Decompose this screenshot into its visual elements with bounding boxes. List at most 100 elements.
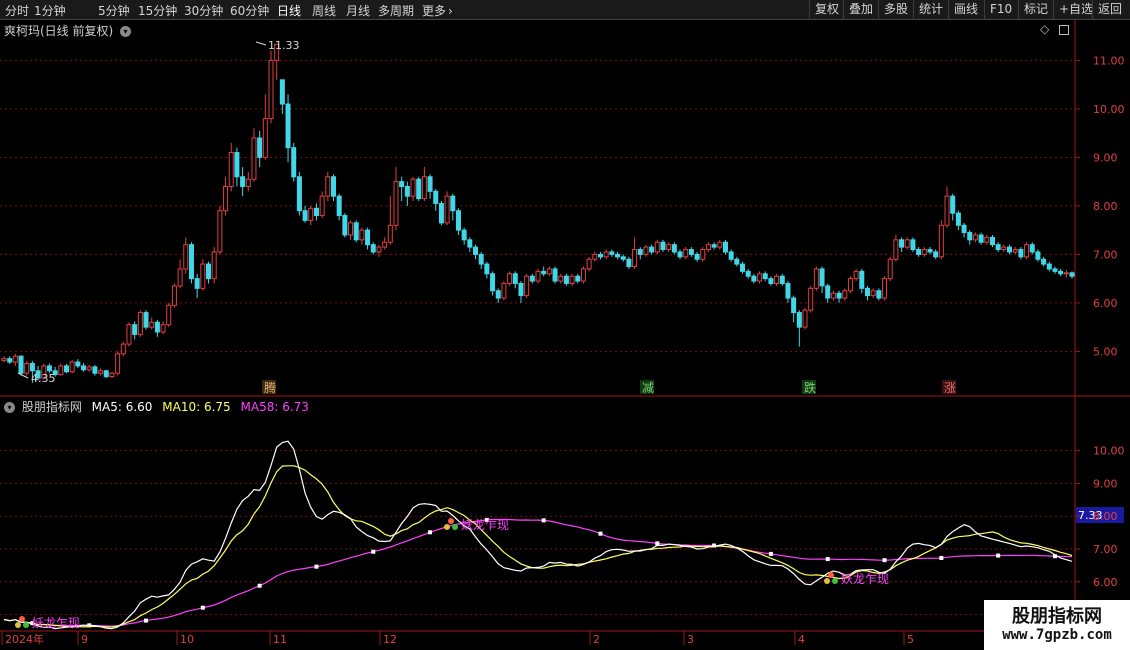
candle-body [995, 244, 1001, 251]
candle-body [779, 275, 785, 284]
candle-body [484, 263, 490, 275]
candle-body [7, 358, 13, 363]
candle-body [473, 246, 479, 255]
candle-body [870, 290, 876, 297]
candle-body [183, 244, 189, 270]
candle-body [524, 275, 530, 297]
ma58-marker [939, 555, 944, 560]
candle-body [893, 239, 899, 260]
candle-body [989, 236, 995, 246]
candle-body [63, 365, 69, 373]
candle-body [791, 297, 797, 314]
stock-chart[interactable]: 11.33 4.35 腾 减 跌 涨 7.33 妖龙乍现 妖龙乍现 妖龙乍现 1… [0, 0, 1130, 650]
candle-body [774, 275, 780, 284]
ma58-marker [655, 541, 660, 546]
candle-body [899, 239, 905, 248]
ma58-marker [257, 583, 262, 588]
candle-body [251, 137, 257, 180]
candle-body [336, 195, 342, 217]
candle-body [245, 178, 251, 187]
signal-text-zhang: 涨 [944, 380, 956, 395]
candle-body [495, 290, 501, 299]
candle-body [353, 222, 359, 241]
date-tick-label: 4 [798, 633, 805, 646]
high-arrow [255, 41, 267, 46]
date-tick-label: 11 [273, 633, 287, 646]
date-tick-label: 5 [907, 633, 914, 646]
high-price-label: 11.33 [268, 39, 300, 52]
candle-body [279, 79, 285, 105]
indicator-tick-label: 10.00 [1093, 445, 1125, 458]
candle-body [262, 118, 268, 158]
candle-body [160, 324, 166, 333]
candle-body [319, 195, 325, 217]
candle-body [592, 253, 598, 260]
candle-body [944, 195, 950, 226]
candle-body [444, 195, 450, 224]
candle-body [98, 370, 104, 374]
candle-body [842, 290, 848, 299]
candle-body [450, 195, 456, 212]
candle-body [603, 251, 609, 258]
candle-body [910, 239, 916, 251]
candle-body [859, 270, 865, 289]
candle-body [507, 273, 513, 284]
candle-body [569, 275, 575, 284]
candle-body [847, 278, 853, 292]
signal-badge-zhang: 涨 [942, 380, 956, 395]
candle-body [615, 253, 621, 258]
candle-body [768, 278, 774, 284]
candle-body [188, 244, 194, 280]
date-axis: 2024年 9 10 11 12 2 3 4 5 [1, 631, 914, 646]
signal-text-jian: 减 [642, 381, 654, 395]
ma58-marker [882, 558, 887, 563]
candle-body [950, 195, 956, 214]
candle-body [137, 312, 143, 335]
candle-body [393, 181, 399, 226]
candle-body [342, 215, 348, 236]
candle-body [433, 190, 439, 204]
candle-body [387, 224, 393, 243]
candle-body [813, 268, 819, 289]
low-price-label: 4.35 [31, 372, 56, 385]
candle-body [171, 285, 177, 306]
candle-body [830, 292, 836, 299]
candle-body [206, 263, 212, 280]
candle-body [359, 229, 365, 241]
candle-body [1, 358, 7, 362]
date-tick-label: 2024年 [5, 632, 44, 646]
candle-body [126, 324, 132, 345]
candle-body [461, 229, 467, 241]
price-tick-label: 11.00 [1093, 54, 1125, 67]
candle-body [916, 249, 922, 255]
candle-body [671, 244, 677, 253]
candle-body [1029, 244, 1035, 253]
watermark-box: 股朋指标网 www.7gpzb.com [984, 600, 1130, 650]
candle-body [1041, 258, 1047, 265]
candle-body [370, 244, 376, 253]
candle-body [115, 353, 121, 374]
candle-body [967, 232, 973, 241]
candle-body [876, 290, 882, 299]
candle-body [563, 275, 569, 284]
candle-body [529, 275, 535, 282]
price-tick-label: 7.00 [1093, 248, 1118, 261]
candle-body [853, 270, 859, 280]
indicator-tick-label: 7.00 [1093, 543, 1118, 556]
candle-body [740, 263, 746, 272]
candle-body [81, 365, 87, 371]
date-tick-label: 2 [593, 633, 600, 646]
candle-body [688, 249, 694, 255]
indicator-tick-label: 6.00 [1093, 576, 1118, 589]
candle-body [802, 309, 808, 328]
watermark-title: 股朋指标网 [1012, 606, 1102, 627]
candle-body [308, 207, 314, 221]
candle-body [132, 324, 138, 335]
signal-marker-3: 妖龙乍现 [15, 615, 80, 630]
price-tick-label: 8.00 [1093, 200, 1118, 213]
candle-body [194, 278, 200, 289]
candle-body [762, 273, 768, 280]
candle-body [501, 282, 507, 299]
candle-body [546, 268, 552, 275]
price-tick-label: 10.00 [1093, 103, 1125, 116]
